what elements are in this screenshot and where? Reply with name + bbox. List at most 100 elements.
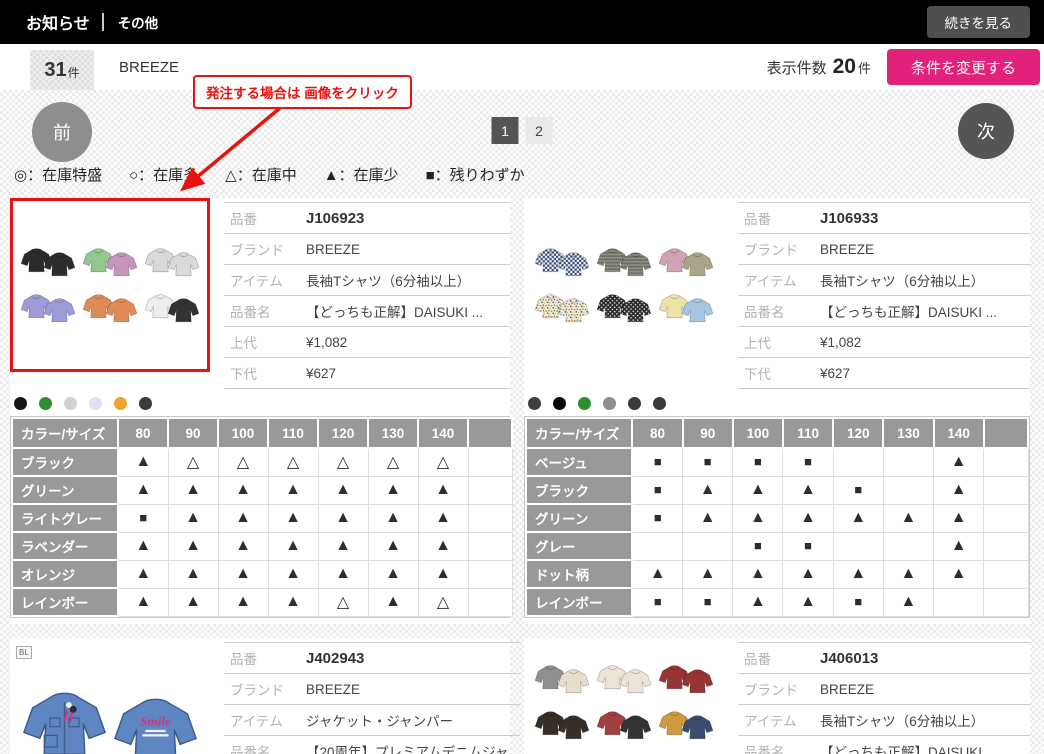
field-label: 品番 [744, 208, 820, 228]
display-count-unit: 件 [858, 58, 871, 77]
color-dot-icon [578, 397, 591, 410]
display-count-label: 表示件数 [767, 57, 827, 78]
product-image[interactable] [524, 198, 724, 372]
stock-cell: ▲ [168, 588, 218, 616]
prev-button[interactable]: 前 [32, 102, 92, 162]
field-label: 品番名 [744, 301, 820, 321]
info-row: 品番名【どっちも正解】DAISUKI ... [738, 736, 1030, 754]
field-value: 長袖Tシャツ（6分袖以上） [306, 270, 470, 290]
stock-cell: ▲ [883, 588, 933, 616]
color-row-label: ライトグレー [12, 504, 118, 532]
color-dot-icon [653, 397, 666, 410]
field-value: ¥627 [820, 366, 850, 381]
product-image[interactable] [524, 638, 724, 754]
info-row: ブランドBREEZE [738, 234, 1030, 265]
color-row-label: ブラック [12, 448, 118, 476]
color-row-label: グリーン [526, 504, 632, 532]
stock-cell: ▲ [268, 504, 318, 532]
size-header: 90 [168, 418, 218, 448]
stock-cell: ■ [733, 532, 783, 560]
stock-cell: △ [368, 448, 418, 476]
info-row: ブランドBREEZE [224, 234, 510, 265]
color-dots [524, 389, 1030, 413]
shirt-pair-icon [657, 658, 715, 700]
size-header: カラー/サイズ [526, 418, 632, 448]
change-conditions-button[interactable]: 条件を変更する [887, 49, 1040, 85]
next-button[interactable]: 次 [958, 103, 1014, 159]
info-row: アイテム長袖Tシャツ（6分袖以上） [738, 265, 1030, 296]
brand-name: BREEZE [119, 59, 179, 76]
product-image[interactable]: SmileBL [10, 638, 210, 754]
size-header: 120 [833, 418, 883, 448]
stock-cell [468, 588, 512, 616]
shirt-pair-icon [657, 287, 715, 329]
stock-cell [468, 476, 512, 504]
notice-link[interactable]: お知らせ [26, 10, 90, 34]
color-dot-icon [39, 397, 52, 410]
stock-cell [883, 532, 933, 560]
color-dot-icon [89, 397, 102, 410]
shirt-pair-icon [595, 658, 653, 700]
stock-cell: ▲ [683, 560, 733, 588]
field-value: J406013 [820, 650, 878, 667]
field-value: ¥1,082 [820, 335, 861, 350]
stock-cell: ▲ [218, 588, 268, 616]
field-value: J106933 [820, 210, 878, 227]
shirt-pair-icon [657, 704, 715, 746]
stock-cell: △ [268, 448, 318, 476]
field-value: J106923 [306, 210, 364, 227]
size-header: 130 [368, 418, 418, 448]
size-header: 110 [268, 418, 318, 448]
stock-cell [883, 476, 933, 504]
stock-cell: ▲ [368, 504, 418, 532]
stock-cell: ▲ [218, 560, 268, 588]
info-row: ブランドBREEZE [738, 674, 1030, 705]
color-row-label: ブラック [526, 476, 632, 504]
info-row: 上代¥1,082 [224, 327, 510, 358]
stock-cell: ▲ [418, 504, 468, 532]
color-row-label: ベージュ [526, 448, 632, 476]
info-row: 上代¥1,082 [738, 327, 1030, 358]
stock-cell: ▲ [218, 532, 268, 560]
stock-cell: ■ [118, 504, 168, 532]
stock-cell [984, 476, 1028, 504]
info-row: ブランドBREEZE [224, 674, 520, 705]
stock-cell: ▲ [368, 532, 418, 560]
stock-cell: ▲ [168, 504, 218, 532]
stock-cell: ▲ [218, 504, 268, 532]
shirt-pair-icon [595, 287, 653, 329]
stock-cell: △ [418, 588, 468, 616]
page-button-2[interactable]: 2 [526, 117, 553, 144]
product-image[interactable] [10, 198, 210, 372]
info-row: 品番J402943 [224, 642, 520, 674]
product-info: 品番J406013ブランドBREEZEアイテム長袖Tシャツ（6分袖以上）品番名【… [738, 642, 1030, 754]
legend-item: ▲：在庫少 [324, 167, 399, 184]
order-hint-callout: 発注する場合は 画像をクリック [193, 75, 412, 109]
field-label: 品番名 [230, 741, 306, 754]
stock-cell [833, 448, 883, 476]
legend-item: △：在庫中 [225, 167, 297, 184]
info-row: 下代¥627 [738, 358, 1030, 389]
product-info: 品番J106923ブランドBREEZEアイテム長袖Tシャツ（6分袖以上）品番名【… [224, 202, 510, 389]
field-label: 下代 [230, 363, 306, 383]
shirt-pair-icon [595, 704, 653, 746]
info-row: 品番J106923 [224, 202, 510, 234]
size-header: 100 [733, 418, 783, 448]
color-row-label: レインボー [526, 588, 632, 616]
shirt-pair-icon [143, 241, 201, 283]
size-header [984, 418, 1028, 448]
stock-cell: ▲ [883, 504, 933, 532]
stock-cell: ▲ [934, 560, 984, 588]
stock-cell: ▲ [783, 588, 833, 616]
stock-cell [984, 532, 1028, 560]
stock-cell: ▲ [683, 504, 733, 532]
see-more-button[interactable]: 続きを見る [927, 6, 1031, 38]
stock-cell: ▲ [118, 532, 168, 560]
result-count: 31 [44, 59, 66, 82]
other-link[interactable]: その他 [118, 12, 159, 32]
stock-cell: ▲ [934, 448, 984, 476]
size-header: 100 [218, 418, 268, 448]
field-value: 長袖Tシャツ（6分袖以上） [820, 710, 984, 730]
stock-cell [468, 560, 512, 588]
page-button-1[interactable]: 1 [492, 117, 519, 144]
